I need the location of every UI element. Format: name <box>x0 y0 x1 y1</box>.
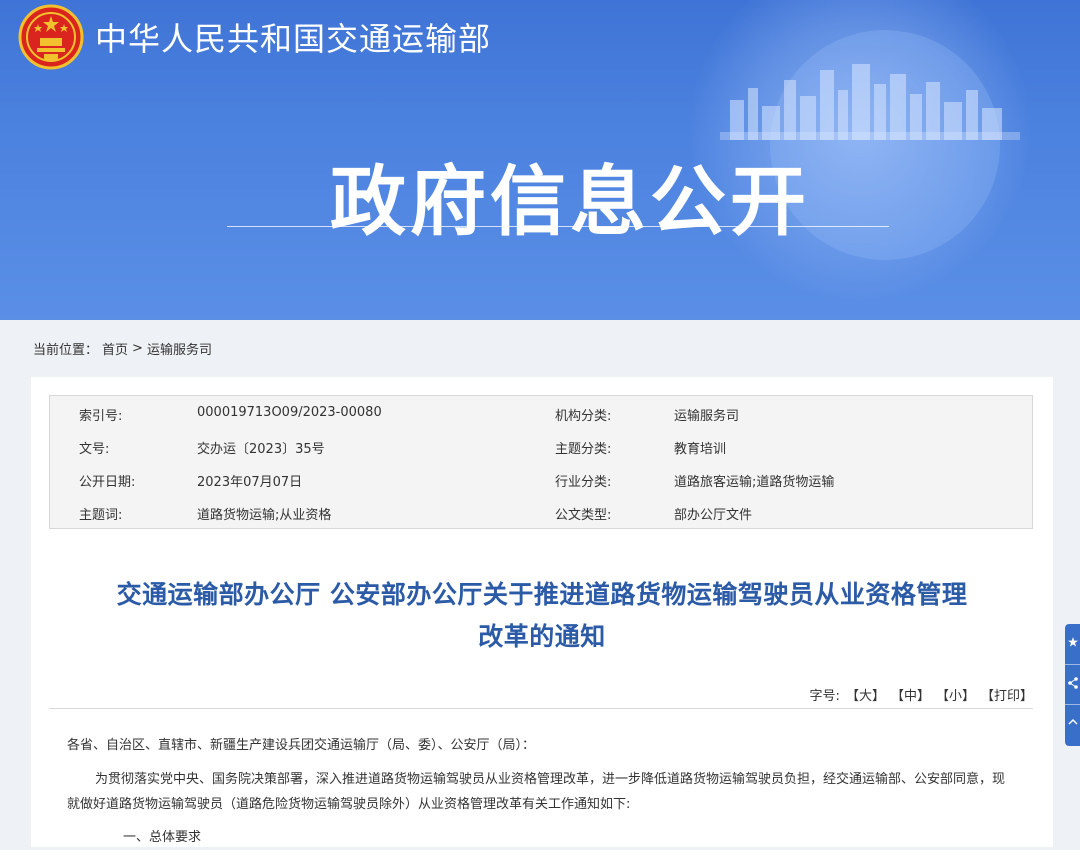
metadata-row: 公开日期: 2023年07月07日 行业分类: 道路旅客运输;道路货物运输 <box>50 462 1032 495</box>
document-body: 各省、自治区、直辖市、新疆生产建设兵团交通运输厅（局、委）、公安厅（局）： 为贯… <box>67 733 1017 850</box>
meta-key: 机构分类: <box>555 409 612 424</box>
meta-key: 公文类型: <box>555 508 612 523</box>
metadata-row: 索引号: 000019713O09/2023-00080 机构分类: 运输服务司 <box>50 396 1032 429</box>
meta-key: 公开日期: <box>79 475 136 490</box>
meta-key: 行业分类: <box>555 475 612 490</box>
meta-key: 主题词: <box>79 508 123 523</box>
breadcrumb: 当前位置： 首页 > 运输服务司 <box>33 339 212 358</box>
meta-value: 2023年07月07日 <box>197 475 303 490</box>
body-paragraph: 为贯彻落实党中央、国务院决策部署，深入推进道路货物运输驾驶员从业资格管理改革，进… <box>67 772 1006 812</box>
font-size-label: 字号: <box>809 689 840 704</box>
meta-value: 教育培训 <box>674 442 727 457</box>
ministry-name: 中华人民共和国交通运输部 <box>95 20 492 58</box>
scroll-top-icon <box>1068 718 1078 725</box>
font-small-button[interactable]: 【小】 <box>936 685 975 704</box>
meta-key: 主题分类: <box>555 442 612 457</box>
breadcrumb-home-link[interactable]: 首页 <box>102 339 128 358</box>
document-title-line1: 交通运输部办公厅 公安部办公厅关于推进道路货物运输驾驶员从业资格管理 <box>116 580 968 609</box>
city-skyline-graphic <box>720 64 1020 140</box>
section-heading: 一、总体要求 <box>123 830 202 845</box>
banner-title: 政府信息公开 <box>330 157 810 246</box>
header-banner: 中华人民共和国交通运输部 政府信息公开 <box>0 0 1080 320</box>
main-content: 当前位置： 首页 > 运输服务司 索引号: 000019713O09/2023-… <box>5 320 1080 847</box>
banner-divider <box>227 226 889 227</box>
print-button[interactable]: 【打印】 <box>981 685 1033 704</box>
meta-value: 运输服务司 <box>674 409 740 424</box>
document-title-line2: 改革的通知 <box>478 622 606 651</box>
breadcrumb-department-link[interactable]: 运输服务司 <box>147 339 212 358</box>
font-size-tools: 字号: 【大】 【中】 【小】 【打印】 <box>810 685 1033 704</box>
breadcrumb-prefix: 当前位置： <box>33 343 99 358</box>
meta-value: 道路货物运输;从业资格 <box>197 508 332 523</box>
meta-key: 文号: <box>79 442 110 457</box>
favorite-button[interactable] <box>1065 624 1080 665</box>
salutation: 各省、自治区、直辖市、新疆生产建设兵团交通运输厅（局、委）、公安厅（局）： <box>67 738 536 753</box>
national-emblem-icon <box>18 4 84 70</box>
breadcrumb-separator: > <box>132 341 143 356</box>
document-title: 交通运输部办公厅 公安部办公厅关于推进道路货物运输驾驶员从业资格管理 改革的通知 <box>31 574 1053 658</box>
side-toolbar <box>1065 624 1080 746</box>
article-card: 索引号: 000019713O09/2023-00080 机构分类: 运输服务司… <box>31 377 1053 847</box>
share-icon <box>1068 677 1078 689</box>
share-button[interactable] <box>1065 664 1080 705</box>
scroll-top-button[interactable] <box>1065 704 1080 744</box>
meta-key: 索引号: <box>79 409 123 424</box>
content-divider <box>49 708 1033 709</box>
metadata-table: 索引号: 000019713O09/2023-00080 机构分类: 运输服务司… <box>49 395 1033 529</box>
meta-value: 道路旅客运输;道路货物运输 <box>674 475 835 490</box>
meta-value: 000019713O09/2023-00080 <box>197 405 382 420</box>
font-medium-button[interactable]: 【中】 <box>891 685 930 704</box>
metadata-row: 文号: 交办运〔2023〕35号 主题分类: 教育培训 <box>50 429 1032 462</box>
font-large-button[interactable]: 【大】 <box>846 685 885 704</box>
meta-value: 交办运〔2023〕35号 <box>197 442 325 457</box>
star-icon <box>1068 637 1078 647</box>
meta-value: 部办公厅文件 <box>674 508 753 523</box>
metadata-row: 主题词: 道路货物运输;从业资格 公文类型: 部办公厅文件 <box>50 495 1032 528</box>
